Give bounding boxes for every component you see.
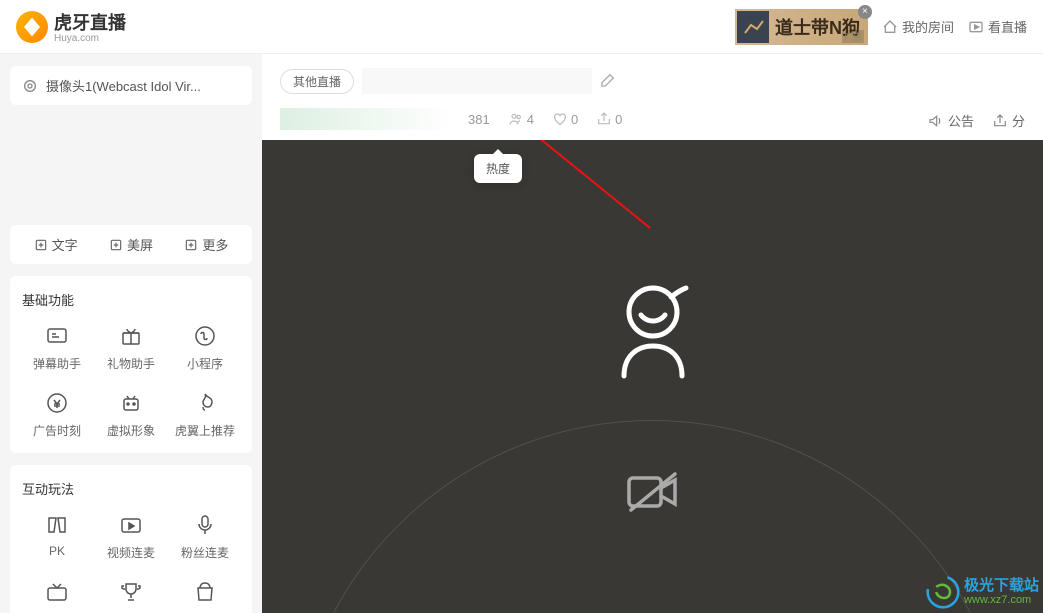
edit-icon[interactable] — [600, 72, 616, 91]
shares-stat[interactable]: 0 — [596, 111, 622, 127]
camera-select[interactable]: 摄像头1(Webcast Idol Vir... — [10, 66, 252, 105]
share-icon — [596, 111, 612, 127]
camera-label: 摄像头1(Webcast Idol Vir... — [46, 76, 240, 95]
text-tool-button[interactable]: 文字 — [34, 235, 78, 254]
tv-button[interactable]: 上电视 — [22, 579, 92, 613]
redacted-title — [362, 68, 592, 94]
miniapp-button[interactable]: 小程序 — [170, 323, 240, 372]
ad-image — [737, 11, 769, 43]
more-tool-button[interactable]: 更多 — [184, 235, 228, 254]
plus-icon — [184, 238, 198, 252]
horn-icon — [928, 113, 944, 129]
huya-logo-icon — [16, 11, 48, 43]
virtual-avatar-button[interactable]: 虚拟形象 — [96, 390, 166, 439]
fire-icon — [192, 390, 218, 416]
fan-link-button[interactable]: 粉丝连麦 — [170, 512, 240, 561]
heat-stat[interactable]: 381 — [468, 112, 490, 127]
header-right: 道士带N狗 广告 × 我的房间 看直播 — [735, 9, 1027, 45]
heart-icon — [552, 111, 568, 127]
robot-icon — [118, 390, 144, 416]
beauty-tool-button[interactable]: 美屏 — [109, 235, 153, 254]
mic-icon — [192, 512, 218, 538]
ad-banner[interactable]: 道士带N狗 广告 × — [735, 9, 868, 45]
watch-live-link[interactable]: 看直播 — [968, 17, 1027, 36]
gift-icon — [118, 323, 144, 349]
basic-panel-title: 基础功能 — [22, 290, 240, 309]
announce-button[interactable]: 公告 — [928, 111, 974, 130]
chat-icon — [44, 323, 70, 349]
beauty-tool-label: 美屏 — [127, 235, 153, 254]
watermark-cn: 极光下载站 — [964, 578, 1039, 595]
logo-text: 虎牙直播 — [54, 9, 126, 35]
close-icon[interactable]: × — [858, 5, 872, 19]
video-stage: 热度 — [262, 140, 1043, 613]
watermark-logo-icon — [926, 575, 960, 609]
watermark: 极光下载站 www.xz7.com — [926, 575, 1039, 609]
plus-icon — [34, 238, 48, 252]
more-tool-label: 更多 — [202, 235, 228, 254]
pk-button[interactable]: PK — [22, 512, 92, 561]
heat-tooltip: 热度 — [474, 154, 522, 183]
ad-label: 广告 — [842, 30, 864, 43]
viewers-stat[interactable]: 4 — [508, 111, 534, 127]
tool-row: 文字 美屏 更多 — [10, 225, 252, 264]
pk-icon — [44, 512, 70, 538]
my-room-link[interactable]: 我的房间 — [882, 17, 954, 36]
share-button[interactable]: 分 — [992, 111, 1025, 130]
camera-icon — [22, 78, 38, 94]
bag-icon — [192, 579, 218, 605]
my-room-label: 我的房间 — [902, 17, 954, 36]
watch-live-label: 看直播 — [988, 17, 1027, 36]
huyi-recommend-button[interactable]: 虎翼上推荐 — [170, 390, 240, 439]
basic-panel: 基础功能 弹幕助手 礼物助手 小程序 广告时刻 — [10, 276, 252, 453]
trophy-icon — [118, 579, 144, 605]
top-header: 虎牙直播 Huya.com 道士带N狗 广告 × 我的房间 看直播 — [0, 0, 1043, 54]
annotation-arrow — [510, 140, 670, 238]
danmu-helper-button[interactable]: 弹幕助手 — [22, 323, 92, 372]
video-link-button[interactable]: 视频连麦 — [96, 512, 166, 561]
money-icon — [44, 390, 70, 416]
watermark-en: www.xz7.com — [964, 594, 1039, 606]
text-tool-label: 文字 — [52, 235, 78, 254]
avatar-placeholder-icon — [608, 280, 698, 383]
prediction-button[interactable]: 开预言 — [96, 579, 166, 613]
likes-stat[interactable]: 0 — [552, 111, 578, 127]
app-icon — [192, 323, 218, 349]
video-icon — [118, 512, 144, 538]
gift-helper-button[interactable]: 礼物助手 — [96, 323, 166, 372]
interact-panel: 互动玩法 PK 视频连麦 粉丝连麦 上电视 — [10, 465, 252, 613]
ad-moment-button[interactable]: 广告时刻 — [22, 390, 92, 439]
plus-icon — [109, 238, 123, 252]
share-out-icon — [992, 113, 1008, 129]
stream-header: 其他直播 381 4 0 — [262, 54, 1043, 140]
main-content: 其他直播 381 4 0 — [262, 54, 1043, 613]
tv-icon — [44, 579, 70, 605]
other-live-tab[interactable]: 其他直播 — [280, 69, 354, 94]
redacted-streamer — [280, 108, 450, 130]
users-icon — [508, 111, 524, 127]
camera-off-icon — [625, 470, 681, 517]
logo[interactable]: 虎牙直播 Huya.com — [16, 9, 126, 44]
sidebar: 摄像头1(Webcast Idol Vir... 文字 美屏 更多 基础功能 — [0, 54, 262, 613]
interact-panel-title: 互动玩法 — [22, 479, 240, 498]
lucky-bag-button[interactable]: 发福袋 — [170, 579, 240, 613]
